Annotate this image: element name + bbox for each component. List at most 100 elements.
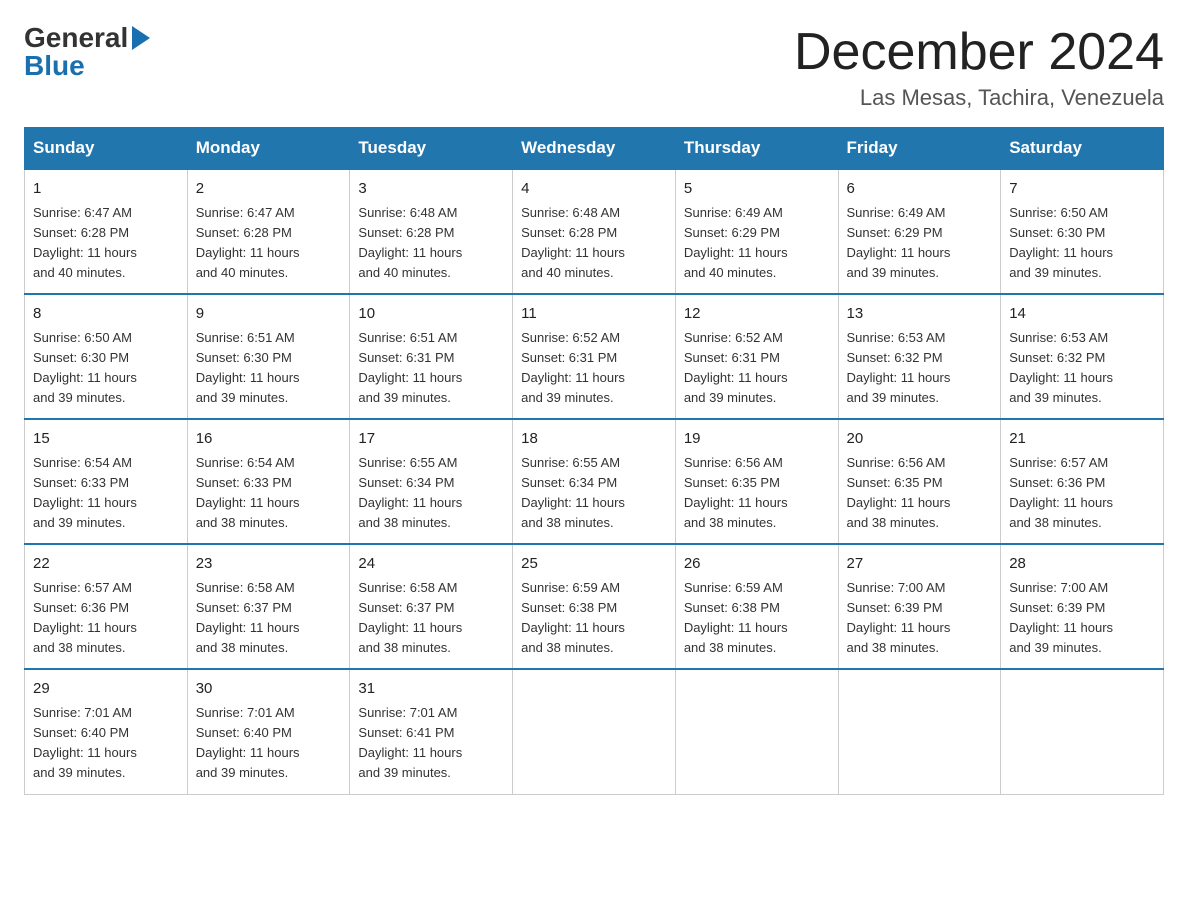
calendar-cell: 6Sunrise: 6:49 AM Sunset: 6:29 PM Daylig… <box>838 169 1001 294</box>
day-info: Sunrise: 6:52 AM Sunset: 6:31 PM Dayligh… <box>684 328 830 409</box>
calendar-cell <box>513 669 676 794</box>
calendar-cell: 2Sunrise: 6:47 AM Sunset: 6:28 PM Daylig… <box>187 169 350 294</box>
logo: General Blue <box>24 24 150 80</box>
calendar-cell: 3Sunrise: 6:48 AM Sunset: 6:28 PM Daylig… <box>350 169 513 294</box>
location-title: Las Mesas, Tachira, Venezuela <box>794 85 1164 111</box>
calendar-cell: 27Sunrise: 7:00 AM Sunset: 6:39 PM Dayli… <box>838 544 1001 669</box>
calendar-cell <box>838 669 1001 794</box>
day-info: Sunrise: 6:58 AM Sunset: 6:37 PM Dayligh… <box>358 578 504 659</box>
calendar-table: SundayMondayTuesdayWednesdayThursdayFrid… <box>24 127 1164 794</box>
calendar-cell: 28Sunrise: 7:00 AM Sunset: 6:39 PM Dayli… <box>1001 544 1164 669</box>
day-info: Sunrise: 6:55 AM Sunset: 6:34 PM Dayligh… <box>521 453 667 534</box>
day-info: Sunrise: 6:59 AM Sunset: 6:38 PM Dayligh… <box>684 578 830 659</box>
day-number: 19 <box>684 428 830 451</box>
calendar-header-thursday: Thursday <box>675 128 838 170</box>
day-number: 1 <box>33 178 179 201</box>
day-info: Sunrise: 6:54 AM Sunset: 6:33 PM Dayligh… <box>33 453 179 534</box>
day-info: Sunrise: 6:53 AM Sunset: 6:32 PM Dayligh… <box>1009 328 1155 409</box>
day-number: 4 <box>521 178 667 201</box>
day-number: 30 <box>196 678 342 701</box>
calendar-week-row: 15Sunrise: 6:54 AM Sunset: 6:33 PM Dayli… <box>25 419 1164 544</box>
day-number: 31 <box>358 678 504 701</box>
calendar-header-wednesday: Wednesday <box>513 128 676 170</box>
calendar-header-monday: Monday <box>187 128 350 170</box>
day-info: Sunrise: 7:00 AM Sunset: 6:39 PM Dayligh… <box>1009 578 1155 659</box>
day-number: 9 <box>196 303 342 326</box>
calendar-week-row: 29Sunrise: 7:01 AM Sunset: 6:40 PM Dayli… <box>25 669 1164 794</box>
day-info: Sunrise: 6:47 AM Sunset: 6:28 PM Dayligh… <box>33 203 179 284</box>
day-info: Sunrise: 6:57 AM Sunset: 6:36 PM Dayligh… <box>33 578 179 659</box>
day-info: Sunrise: 6:49 AM Sunset: 6:29 PM Dayligh… <box>847 203 993 284</box>
day-number: 10 <box>358 303 504 326</box>
calendar-header-saturday: Saturday <box>1001 128 1164 170</box>
day-info: Sunrise: 7:01 AM Sunset: 6:41 PM Dayligh… <box>358 703 504 784</box>
day-number: 5 <box>684 178 830 201</box>
calendar-cell: 15Sunrise: 6:54 AM Sunset: 6:33 PM Dayli… <box>25 419 188 544</box>
day-info: Sunrise: 6:54 AM Sunset: 6:33 PM Dayligh… <box>196 453 342 534</box>
logo-blue: Blue <box>24 50 85 81</box>
calendar-cell: 13Sunrise: 6:53 AM Sunset: 6:32 PM Dayli… <box>838 294 1001 419</box>
calendar-cell: 22Sunrise: 6:57 AM Sunset: 6:36 PM Dayli… <box>25 544 188 669</box>
page-header: General Blue December 2024 Las Mesas, Ta… <box>24 24 1164 111</box>
day-info: Sunrise: 7:01 AM Sunset: 6:40 PM Dayligh… <box>33 703 179 784</box>
calendar-cell: 18Sunrise: 6:55 AM Sunset: 6:34 PM Dayli… <box>513 419 676 544</box>
day-info: Sunrise: 6:51 AM Sunset: 6:30 PM Dayligh… <box>196 328 342 409</box>
day-number: 11 <box>521 303 667 326</box>
day-number: 7 <box>1009 178 1155 201</box>
day-number: 27 <box>847 553 993 576</box>
calendar-header-friday: Friday <box>838 128 1001 170</box>
day-info: Sunrise: 6:50 AM Sunset: 6:30 PM Dayligh… <box>1009 203 1155 284</box>
calendar-header-row: SundayMondayTuesdayWednesdayThursdayFrid… <box>25 128 1164 170</box>
calendar-cell: 4Sunrise: 6:48 AM Sunset: 6:28 PM Daylig… <box>513 169 676 294</box>
calendar-cell: 10Sunrise: 6:51 AM Sunset: 6:31 PM Dayli… <box>350 294 513 419</box>
month-title: December 2024 <box>794 24 1164 81</box>
calendar-cell: 1Sunrise: 6:47 AM Sunset: 6:28 PM Daylig… <box>25 169 188 294</box>
calendar-cell: 16Sunrise: 6:54 AM Sunset: 6:33 PM Dayli… <box>187 419 350 544</box>
day-info: Sunrise: 6:56 AM Sunset: 6:35 PM Dayligh… <box>847 453 993 534</box>
calendar-week-row: 1Sunrise: 6:47 AM Sunset: 6:28 PM Daylig… <box>25 169 1164 294</box>
title-section: December 2024 Las Mesas, Tachira, Venezu… <box>794 24 1164 111</box>
logo-general: General <box>24 24 128 52</box>
day-number: 16 <box>196 428 342 451</box>
calendar-cell: 14Sunrise: 6:53 AM Sunset: 6:32 PM Dayli… <box>1001 294 1164 419</box>
calendar-cell: 9Sunrise: 6:51 AM Sunset: 6:30 PM Daylig… <box>187 294 350 419</box>
day-info: Sunrise: 6:48 AM Sunset: 6:28 PM Dayligh… <box>358 203 504 284</box>
calendar-cell: 5Sunrise: 6:49 AM Sunset: 6:29 PM Daylig… <box>675 169 838 294</box>
day-number: 6 <box>847 178 993 201</box>
calendar-cell: 17Sunrise: 6:55 AM Sunset: 6:34 PM Dayli… <box>350 419 513 544</box>
day-info: Sunrise: 7:01 AM Sunset: 6:40 PM Dayligh… <box>196 703 342 784</box>
day-number: 18 <box>521 428 667 451</box>
day-number: 12 <box>684 303 830 326</box>
day-info: Sunrise: 6:59 AM Sunset: 6:38 PM Dayligh… <box>521 578 667 659</box>
day-number: 26 <box>684 553 830 576</box>
calendar-cell: 23Sunrise: 6:58 AM Sunset: 6:37 PM Dayli… <box>187 544 350 669</box>
calendar-cell: 19Sunrise: 6:56 AM Sunset: 6:35 PM Dayli… <box>675 419 838 544</box>
calendar-header-tuesday: Tuesday <box>350 128 513 170</box>
day-number: 15 <box>33 428 179 451</box>
day-number: 25 <box>521 553 667 576</box>
calendar-cell: 11Sunrise: 6:52 AM Sunset: 6:31 PM Dayli… <box>513 294 676 419</box>
calendar-header-sunday: Sunday <box>25 128 188 170</box>
calendar-cell <box>675 669 838 794</box>
calendar-week-row: 22Sunrise: 6:57 AM Sunset: 6:36 PM Dayli… <box>25 544 1164 669</box>
day-info: Sunrise: 6:57 AM Sunset: 6:36 PM Dayligh… <box>1009 453 1155 534</box>
calendar-cell: 24Sunrise: 6:58 AM Sunset: 6:37 PM Dayli… <box>350 544 513 669</box>
day-info: Sunrise: 6:50 AM Sunset: 6:30 PM Dayligh… <box>33 328 179 409</box>
calendar-cell: 7Sunrise: 6:50 AM Sunset: 6:30 PM Daylig… <box>1001 169 1164 294</box>
calendar-cell: 12Sunrise: 6:52 AM Sunset: 6:31 PM Dayli… <box>675 294 838 419</box>
day-number: 29 <box>33 678 179 701</box>
day-info: Sunrise: 6:52 AM Sunset: 6:31 PM Dayligh… <box>521 328 667 409</box>
calendar-cell: 30Sunrise: 7:01 AM Sunset: 6:40 PM Dayli… <box>187 669 350 794</box>
day-info: Sunrise: 6:51 AM Sunset: 6:31 PM Dayligh… <box>358 328 504 409</box>
day-number: 13 <box>847 303 993 326</box>
calendar-cell: 26Sunrise: 6:59 AM Sunset: 6:38 PM Dayli… <box>675 544 838 669</box>
day-number: 8 <box>33 303 179 326</box>
day-info: Sunrise: 6:49 AM Sunset: 6:29 PM Dayligh… <box>684 203 830 284</box>
calendar-cell: 8Sunrise: 6:50 AM Sunset: 6:30 PM Daylig… <box>25 294 188 419</box>
day-number: 17 <box>358 428 504 451</box>
logo-arrow-icon <box>132 26 150 50</box>
day-number: 2 <box>196 178 342 201</box>
day-info: Sunrise: 6:53 AM Sunset: 6:32 PM Dayligh… <box>847 328 993 409</box>
day-number: 28 <box>1009 553 1155 576</box>
day-number: 22 <box>33 553 179 576</box>
